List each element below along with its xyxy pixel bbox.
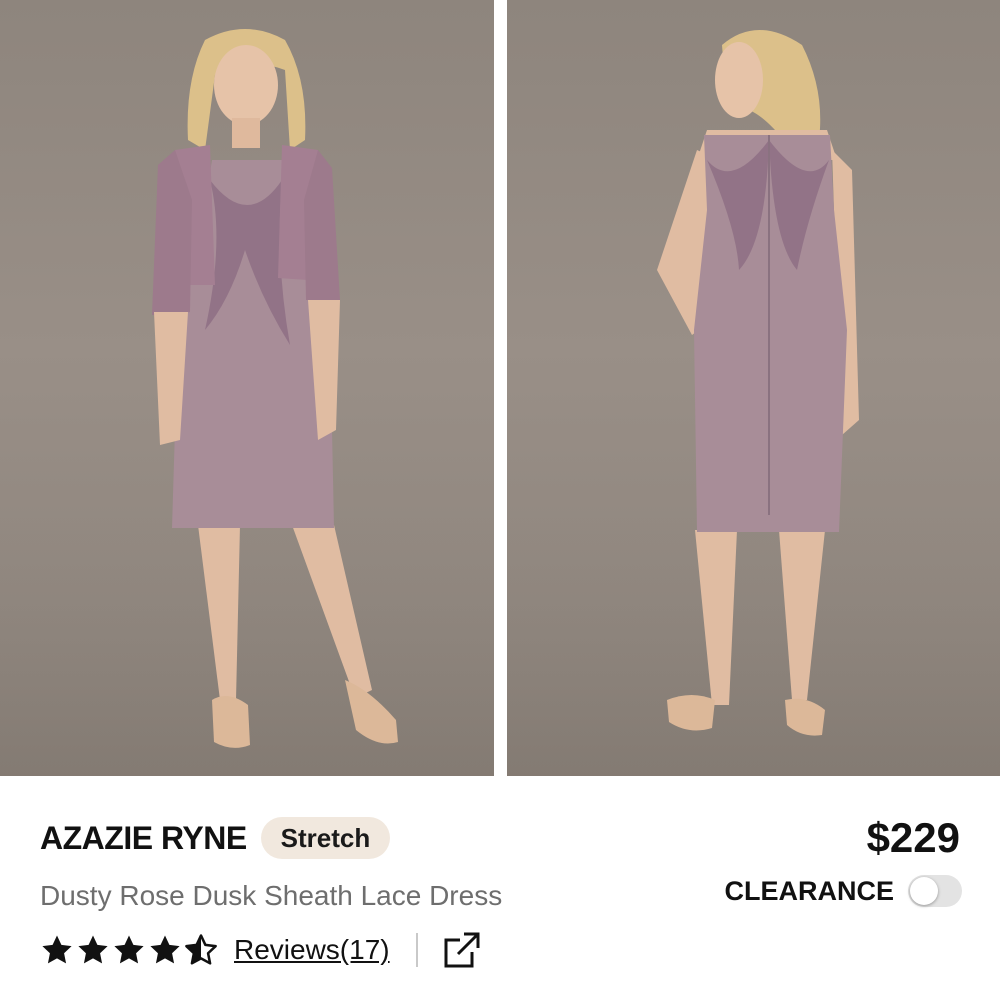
dress-front-illustration — [0, 29, 494, 776]
divider — [415, 933, 418, 967]
star-rating — [40, 933, 220, 967]
product-info: AZAZIE RYNE Stretch Dusty Rose Dusk Shea… — [0, 776, 1000, 1000]
star-icon — [42, 935, 72, 964]
reviews-link[interactable]: Reviews(17) — [234, 934, 390, 966]
star-icon — [78, 935, 108, 964]
toggle-knob — [910, 877, 938, 905]
brand-name: AZAZIE RYNE — [40, 819, 247, 856]
product-title: Dusty Rose Dusk Sheath Lace Dress — [40, 880, 503, 911]
clearance-label: CLEARANCE — [724, 875, 894, 906]
clearance-row: CLEARANCE — [724, 872, 962, 910]
product-image-back[interactable] — [507, 0, 1000, 776]
dress-back-illustration — [507, 30, 1000, 776]
product-gallery — [0, 0, 1000, 776]
share-external-icon[interactable] — [442, 930, 482, 970]
star-icon — [150, 935, 180, 964]
stretch-tag: Stretch — [260, 817, 391, 859]
brand-row: AZAZIE RYNE Stretch — [40, 816, 391, 860]
star-icon — [114, 935, 144, 964]
half-star-icon — [185, 934, 217, 965]
rating-row: Reviews(17) — [40, 928, 482, 972]
product-image-front[interactable] — [0, 0, 494, 776]
price: $229 — [866, 814, 960, 861]
clearance-toggle[interactable] — [908, 875, 962, 907]
